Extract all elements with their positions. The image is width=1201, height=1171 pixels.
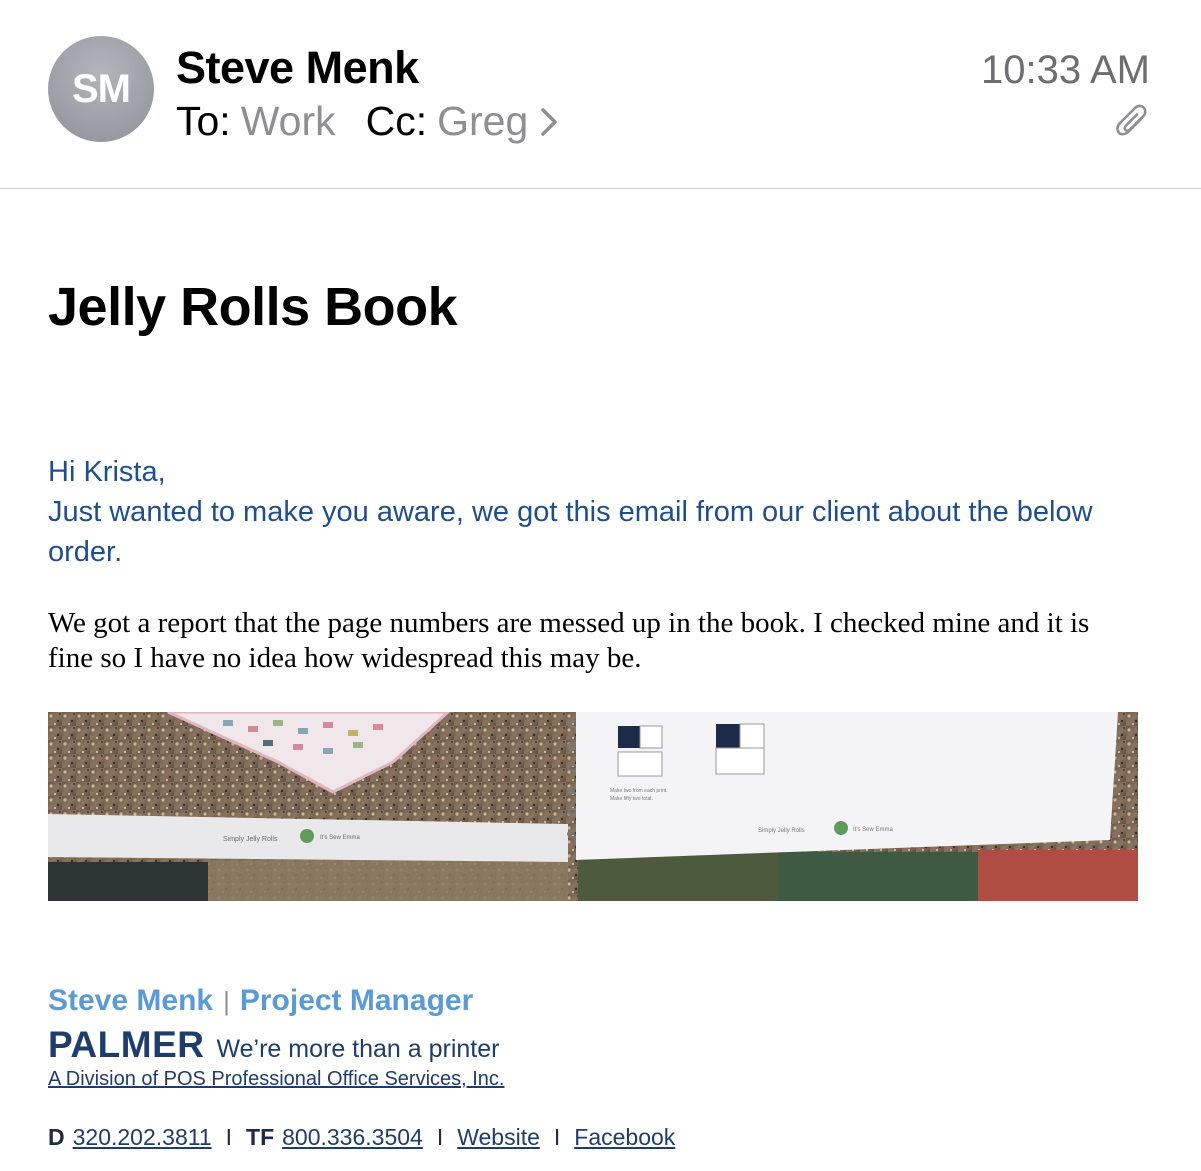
facebook-link[interactable]: Facebook bbox=[574, 1124, 675, 1151]
email-view: SM Steve Menk To: Work Cc: Greg 10:33 AM… bbox=[0, 0, 1201, 1171]
received-time: 10:33 AM bbox=[980, 48, 1150, 92]
photo-right-footer: Simply Jelly Rolls bbox=[758, 828, 805, 834]
client-message: We got a report that the page numbers ar… bbox=[48, 607, 1090, 674]
attached-photo[interactable]: Simply Jelly Rolls It's Sew Emma Make tw… bbox=[48, 712, 1138, 901]
photo-instruction-1: Make two from each print. bbox=[610, 788, 668, 794]
email-subject: Jelly Rolls Book bbox=[48, 277, 458, 337]
division-link[interactable]: A Division of POS Professional Office Se… bbox=[48, 1068, 504, 1091]
cc-label: Cc: bbox=[365, 98, 428, 144]
company-logo-text: PALMER bbox=[48, 1024, 205, 1065]
to-recipient[interactable]: Work bbox=[241, 98, 336, 145]
signature-separator: | bbox=[223, 985, 230, 1016]
recipients-row[interactable]: To: Work Cc: Greg bbox=[176, 98, 558, 145]
intro-message: Hi Krista, Just wanted to make you aware… bbox=[48, 452, 1128, 572]
tollfree-phone-link[interactable]: 800.336.3504 bbox=[282, 1124, 423, 1151]
website-link[interactable]: Website bbox=[457, 1124, 540, 1151]
photo-instruction-2: Make fifty two total. bbox=[610, 796, 653, 802]
company-tagline: We’re more than a printer bbox=[216, 1035, 500, 1063]
contact-separator: I bbox=[436, 1124, 444, 1150]
photo-left-footer-right: It's Sew Emma bbox=[320, 835, 360, 841]
sender-name[interactable]: Steve Menk bbox=[176, 42, 419, 94]
signature-name-title: Steve Menk | Project Manager bbox=[48, 984, 473, 1018]
intro-body: Just wanted to make you aware, we got th… bbox=[48, 496, 1093, 568]
photo-left-footer: Simply Jelly Rolls bbox=[223, 836, 278, 843]
signature-name: Steve Menk bbox=[48, 984, 214, 1017]
direct-label: D bbox=[48, 1124, 65, 1150]
signature-title: Project Manager bbox=[239, 984, 474, 1017]
cc-recipient[interactable]: Greg bbox=[437, 98, 528, 145]
signature-company: PALMER We’re more than a printer bbox=[48, 1024, 499, 1066]
tollfree-label: TF bbox=[246, 1124, 275, 1150]
book-photo-image: Simply Jelly Rolls It's Sew Emma Make tw… bbox=[48, 712, 1138, 901]
direct-phone-link[interactable]: 320.202.3811 bbox=[73, 1124, 212, 1151]
photo-right-footer-right: It's Sew Emma bbox=[853, 827, 893, 833]
chevron-right-icon[interactable] bbox=[540, 107, 558, 137]
contact-separator: I bbox=[225, 1124, 233, 1150]
email-header: SM Steve Menk To: Work Cc: Greg 10:33 AM bbox=[0, 0, 1201, 189]
to-label: To: bbox=[176, 98, 231, 144]
paperclip-icon[interactable] bbox=[1115, 104, 1149, 142]
signature-contacts: D 320.202.3811 I TF 800.336.3504 I Websi… bbox=[48, 1124, 675, 1151]
contact-separator: I bbox=[553, 1124, 561, 1150]
greeting: Hi Krista, bbox=[48, 456, 166, 488]
avatar[interactable]: SM bbox=[48, 36, 154, 142]
